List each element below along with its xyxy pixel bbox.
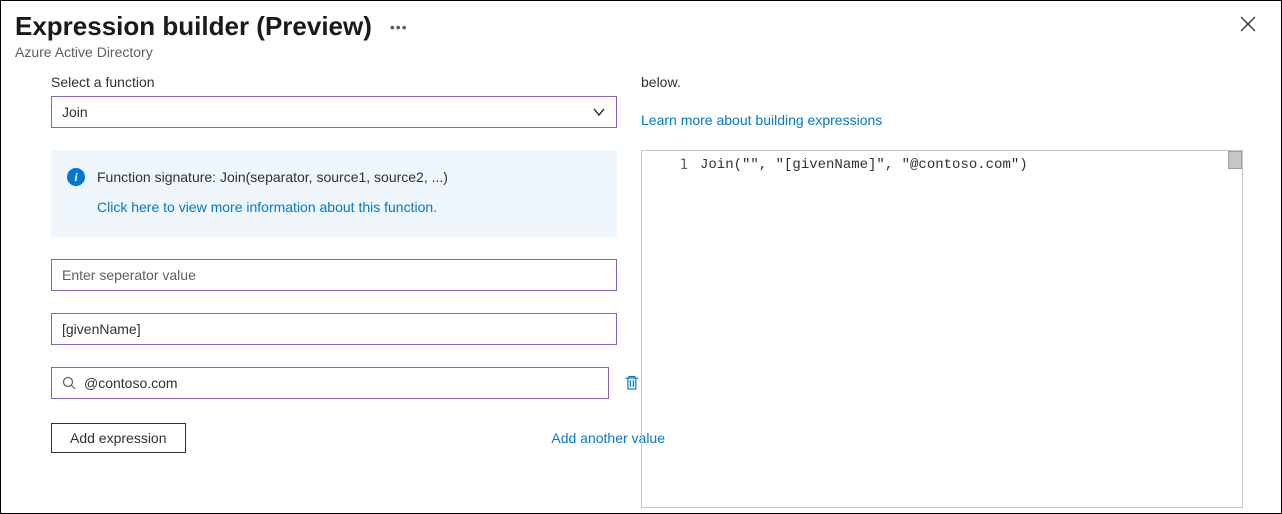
close-button[interactable]: [1235, 11, 1261, 41]
breadcrumb: Azure Active Directory: [15, 44, 408, 60]
info-icon: i: [67, 168, 85, 186]
separator-input[interactable]: Enter seperator value: [51, 259, 617, 291]
function-info-link[interactable]: Click here to view more information abou…: [97, 196, 437, 218]
more-options-icon[interactable]: •••: [390, 19, 408, 35]
select-function-label: Select a function: [51, 74, 641, 90]
function-signature-text: Function signature: Join(separator, sour…: [97, 166, 448, 188]
expression-code[interactable]: Join("", "[givenName]", "@contoso.com"): [696, 151, 1242, 507]
page-title: Expression builder (Preview): [15, 11, 372, 42]
separator-placeholder: Enter seperator value: [62, 267, 196, 283]
line-number: 1: [642, 151, 696, 507]
scroll-marker: [1228, 151, 1242, 169]
chevron-down-icon: [592, 105, 606, 119]
source1-input[interactable]: [givenName]: [51, 313, 617, 345]
source2-input[interactable]: @contoso.com: [51, 367, 609, 399]
delete-icon[interactable]: [623, 374, 641, 392]
source2-value: @contoso.com: [84, 375, 178, 391]
expression-editor[interactable]: 1 Join("", "[givenName]", "@contoso.com"…: [641, 150, 1243, 508]
add-expression-button[interactable]: Add expression: [51, 423, 186, 453]
function-select-value: Join: [62, 104, 88, 120]
source1-value: [givenName]: [62, 321, 141, 337]
function-select[interactable]: Join: [51, 96, 617, 128]
below-text: below.: [641, 74, 1243, 90]
function-info-box: i Function signature: Join(separator, so…: [51, 150, 617, 237]
learn-more-link[interactable]: Learn more about building expressions: [641, 112, 1243, 128]
search-icon: [62, 376, 76, 390]
close-icon: [1239, 15, 1257, 33]
